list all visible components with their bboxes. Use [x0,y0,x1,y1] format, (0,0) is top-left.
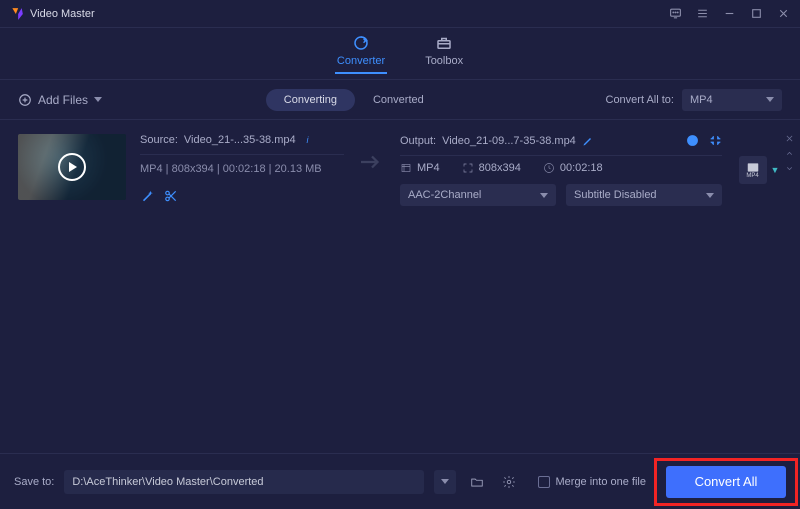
output-format: MP4 [417,162,440,174]
open-folder-button[interactable] [466,471,488,493]
output-label: Output: [400,135,436,147]
add-files-label: Add Files [38,93,88,107]
convert-all-to-value: MP4 [690,94,713,106]
compress-icon[interactable] [709,134,722,147]
source-column: Source: Video_21-...35-38.mp4 i MP4 | 80… [140,134,344,203]
tab-toolbox-label: Toolbox [425,55,463,67]
subtitle-value: Subtitle Disabled [574,189,657,201]
convert-all-to-label: Convert All to: [606,94,674,106]
feedback-icon[interactable] [669,7,682,20]
chevron-down-icon [766,97,774,102]
clock-icon [543,162,555,174]
main-tabs: Converter Toolbox [0,28,800,80]
tab-converter-label: Converter [337,55,385,67]
output-column: Output: Video_21-09...7-35-38.mp4 MP4 80… [400,134,722,206]
info-icon[interactable]: i [302,134,314,146]
subtitle-select[interactable]: Subtitle Disabled [566,184,722,206]
sub-tabs: Converting Converted [266,89,442,111]
format-dropdown-icon[interactable]: ▼ [771,165,780,175]
chevron-down-icon [706,193,714,198]
arrow-column [358,154,386,170]
path-dropdown[interactable] [434,470,456,494]
scissors-icon[interactable] [164,189,178,203]
tab-toolbox[interactable]: Toolbox [425,34,463,73]
output-line: Output: Video_21-09...7-35-38.mp4 [400,134,722,156]
source-tools [140,189,344,203]
file-icon [746,162,760,173]
merge-label: Merge into one file [556,476,647,488]
format-badge-label: MP4 [746,173,758,179]
maximize-icon[interactable] [750,7,763,20]
settings-button[interactable] [498,471,520,493]
toolbar: Add Files Converting Converted Convert A… [0,80,800,120]
arrow-right-icon [361,154,383,170]
info-circle-icon[interactable] [686,134,699,147]
edit-icon[interactable] [582,135,594,147]
footer: Save to: D:\AceThinker\Video Master\Conv… [0,453,800,509]
source-meta: MP4 | 808x394 | 00:02:18 | 20.13 MB [140,163,344,175]
save-path-value: D:\AceThinker\Video Master\Converted [72,476,263,488]
save-to-label: Save to: [14,476,54,488]
subtab-converting[interactable]: Converting [266,89,355,111]
title-left: Video Master [10,7,95,21]
audio-value: AAC-2Channel [408,189,481,201]
merge-option: Merge into one file [538,476,647,488]
convert-all-to-select[interactable]: MP4 [682,89,782,111]
move-down-icon[interactable] [785,164,794,173]
folder-icon [470,475,484,489]
close-icon[interactable] [777,7,790,20]
merge-checkbox[interactable] [538,476,550,488]
output-stats: MP4 808x394 00:02:18 [400,162,722,174]
film-icon [400,162,412,174]
remove-row-icon[interactable] [785,134,794,143]
converter-icon [352,34,370,52]
add-files-button[interactable]: Add Files [18,93,102,107]
wand-icon[interactable] [140,189,154,203]
output-resolution: 808x394 [479,162,521,174]
chevron-down-icon [540,193,548,198]
app-logo-icon [10,7,24,21]
file-row: Source: Video_21-...35-38.mp4 i MP4 | 80… [0,120,800,220]
menu-icon[interactable] [696,7,709,20]
gear-icon [502,475,516,489]
minimize-icon[interactable] [723,7,736,20]
video-thumbnail[interactable] [18,134,126,200]
convert-all-label: Convert All [695,474,758,489]
source-filename: Video_21-...35-38.mp4 [184,134,296,146]
expand-icon [462,162,474,174]
svg-text:i: i [306,135,309,145]
format-box: MP4 ▼ [736,156,782,184]
subtab-converted[interactable]: Converted [355,89,442,111]
convert-all-to: Convert All to: MP4 [606,89,782,111]
output-duration: 00:02:18 [560,162,603,174]
source-line: Source: Video_21-...35-38.mp4 i [140,134,344,155]
tab-converter[interactable]: Converter [337,34,385,73]
output-filename: Video_21-09...7-35-38.mp4 [442,135,576,147]
titlebar: Video Master [0,0,800,28]
title-controls [669,7,790,20]
app-title: Video Master [30,8,95,20]
row-controls [785,134,794,173]
chevron-down-icon [94,97,102,102]
chevron-down-icon [441,479,449,484]
source-label: Source: [140,134,178,146]
move-up-icon[interactable] [785,149,794,158]
convert-all-button[interactable]: Convert All [666,466,786,498]
play-icon[interactable] [58,153,86,181]
toolbox-icon [435,34,453,52]
save-path-field[interactable]: D:\AceThinker\Video Master\Converted [64,470,424,494]
format-badge-button[interactable]: MP4 [739,156,767,184]
plus-circle-icon [18,93,32,107]
audio-select[interactable]: AAC-2Channel [400,184,556,206]
